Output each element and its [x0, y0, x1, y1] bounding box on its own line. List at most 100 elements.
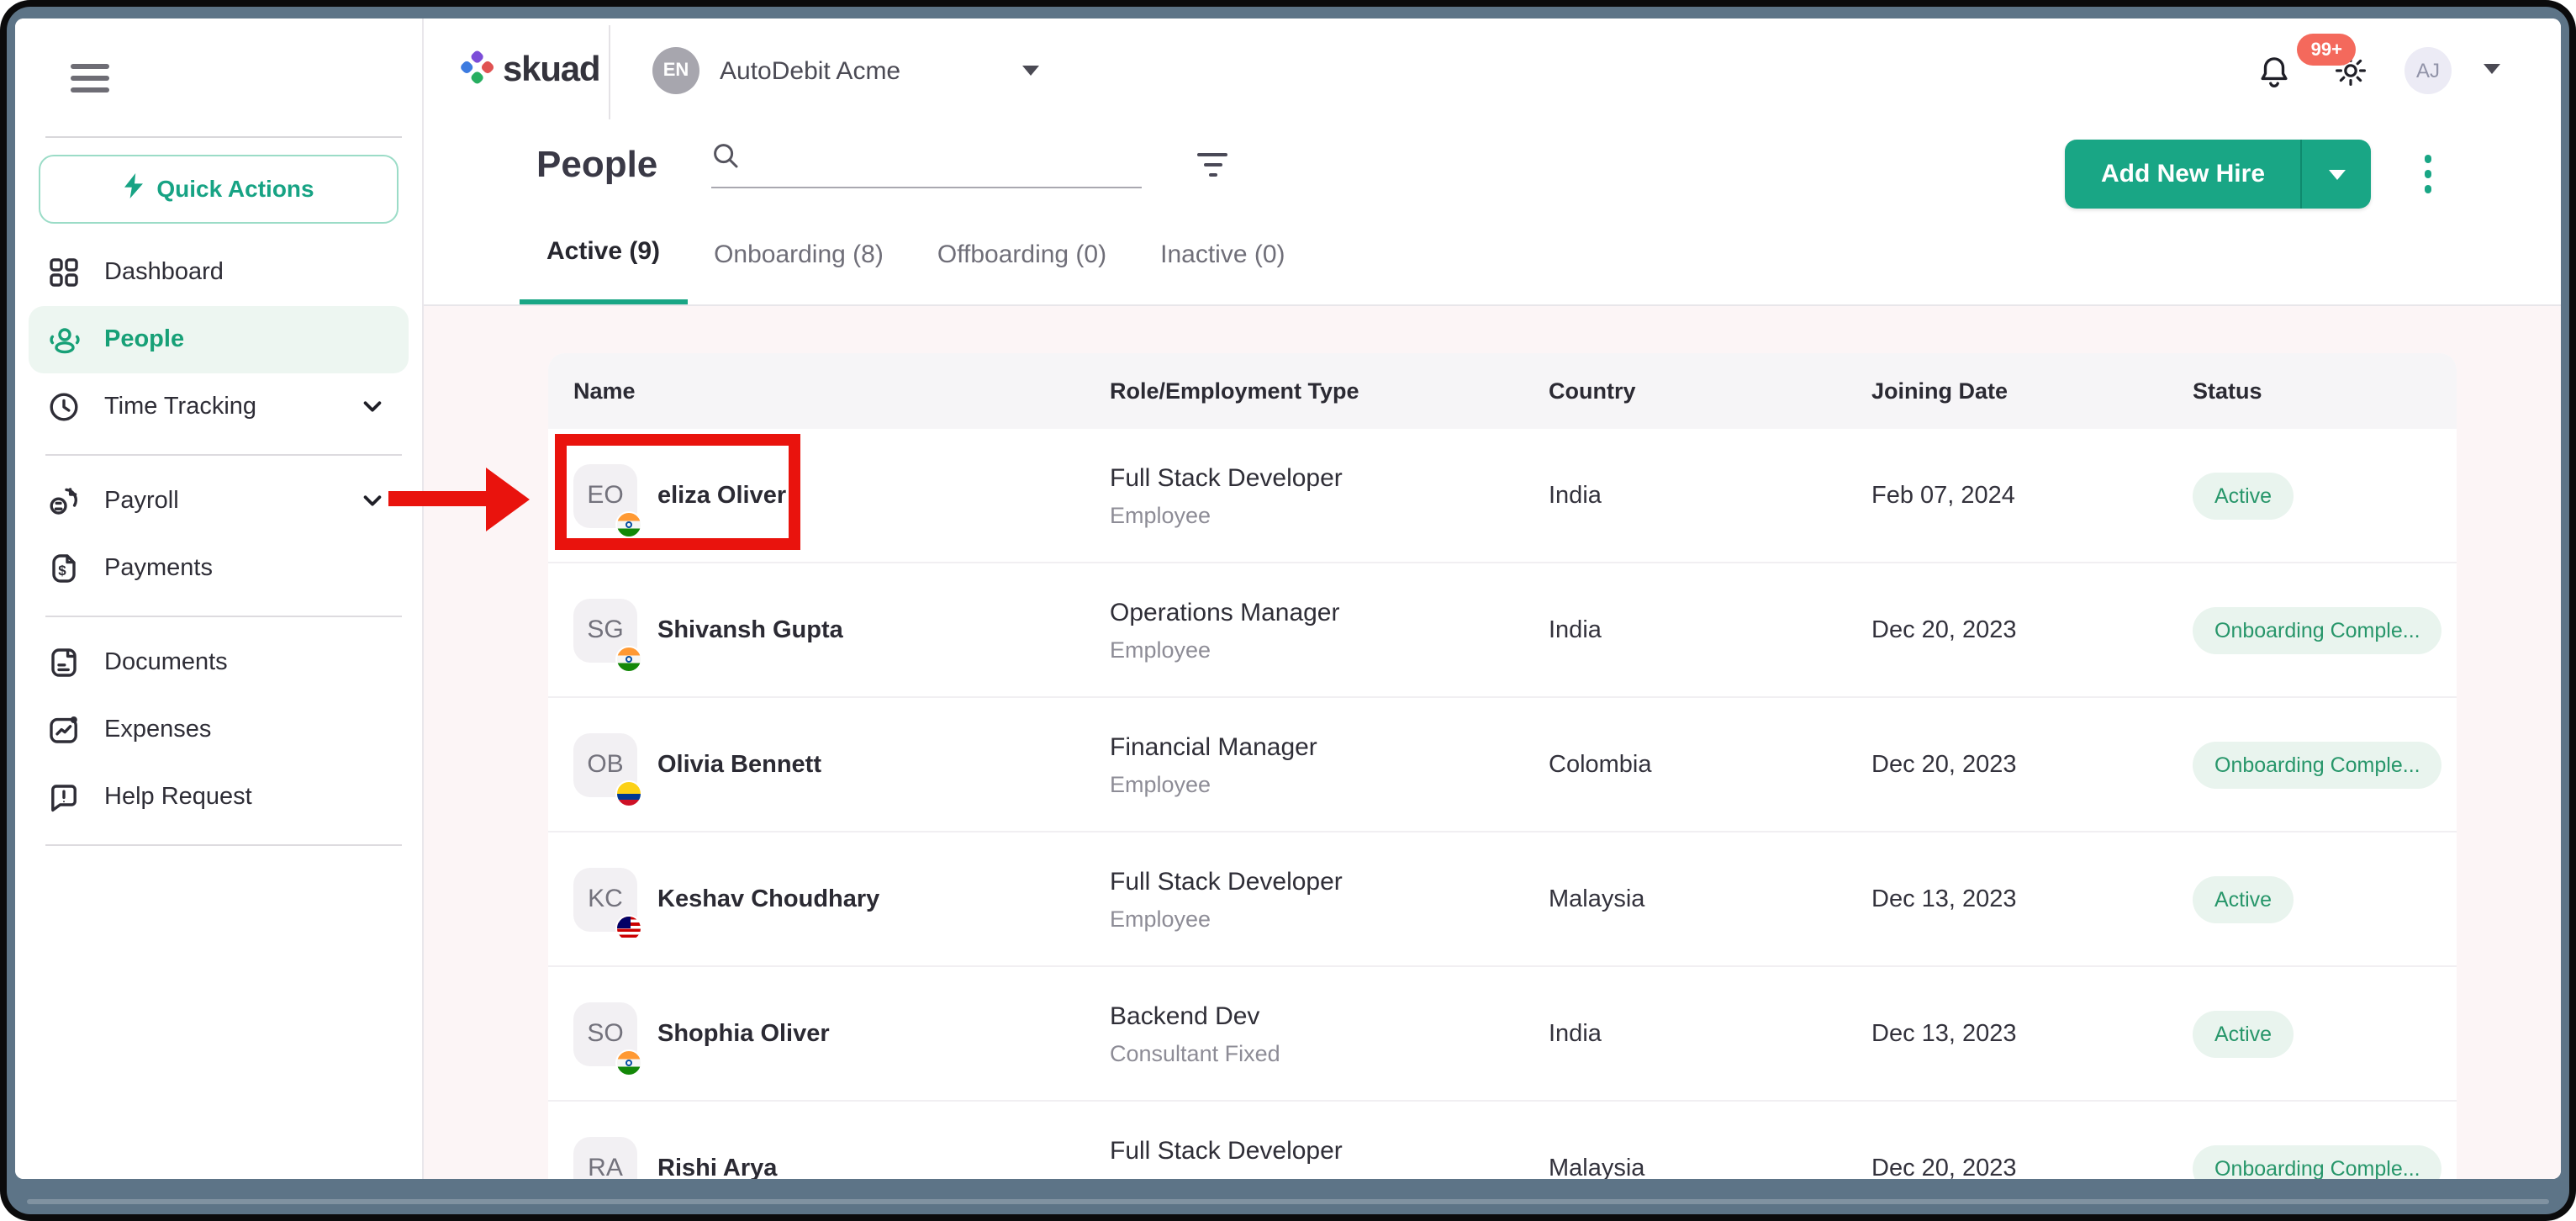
sidebar-item-label: Help Request [104, 784, 252, 811]
status-cell: Active [2193, 875, 2457, 922]
table-row[interactable]: SGShivansh GuptaOperations ManagerEmploy… [548, 562, 2457, 696]
topbar-right: 99+ [1821, 18, 2561, 123]
status-cell: Onboarding Comple... [2193, 1144, 2457, 1179]
country-cell: India [1549, 1020, 1871, 1047]
sidebar-item-time-tracking[interactable]: Time Tracking [29, 373, 409, 441]
company-name: AutoDebit Acme [720, 56, 900, 85]
search-icon [711, 141, 740, 178]
sidebar-item-label: Time Tracking [104, 394, 256, 420]
more-options-kebab-icon[interactable] [2419, 150, 2436, 198]
logo-text: skuad [503, 50, 599, 91]
tab-onboarding[interactable]: Onboarding (8) [687, 204, 911, 304]
employee-avatar: OB [573, 732, 637, 796]
status-tabs: Active (9)Onboarding (8)Offboarding (0)I… [424, 204, 2561, 306]
column-header-role-employment-type: Role/Employment Type [1110, 378, 1549, 404]
employee-avatar: EO [573, 463, 637, 527]
role-cell: Full Stack DeveloperEmployee [1110, 1136, 1549, 1179]
payments-icon: $ [45, 550, 82, 587]
status-badge: Active [2193, 1010, 2294, 1057]
country-cell: India [1549, 616, 1871, 643]
search-box[interactable] [711, 141, 1142, 188]
sidebar-item-help-request[interactable]: Help Request [29, 764, 409, 831]
user-avatar[interactable]: AJ [2404, 47, 2452, 94]
sidebar-item-documents[interactable]: Documents [29, 629, 409, 696]
status-cell: Onboarding Comple... [2193, 606, 2457, 653]
role-cell: Operations ManagerEmployee [1110, 598, 1549, 662]
sidebar-item-label: Expenses [104, 716, 211, 743]
sidebar-item-label: Payments [104, 555, 213, 582]
search-input[interactable] [755, 151, 1142, 178]
status-badge: Active [2193, 472, 2294, 519]
employee-name: eliza Oliver [657, 482, 786, 509]
employee-name: Shivansh Gupta [657, 616, 843, 643]
quick-actions-label: Quick Actions [156, 176, 314, 203]
sidebar-item-label: Dashboard [104, 259, 224, 286]
table-row[interactable]: KCKeshav ChoudharyFull Stack DeveloperEm… [548, 831, 2457, 965]
tab-inactive[interactable]: Inactive (0) [1133, 204, 1312, 304]
notification-count-badge: 99+ [2298, 34, 2356, 66]
status-badge: Active [2193, 875, 2294, 922]
hamburger-menu-icon[interactable] [71, 64, 109, 92]
company-selector[interactable]: EN AutoDebit Acme [652, 18, 1038, 123]
name-cell: RA Rishi Arya [548, 1136, 1110, 1179]
table-row[interactable]: OBOlivia BennettFinancial ManagerEmploye… [548, 696, 2457, 831]
employee-name: Rishi Arya [657, 1155, 777, 1179]
role-cell: Backend Dev Consultant Fixed [1110, 1002, 1549, 1065]
profile-chevron-down-icon[interactable] [2484, 64, 2500, 74]
sidebar-item-people[interactable]: People [29, 306, 409, 373]
topbar: skuad EN AutoDebit Acme 99+ [424, 18, 2561, 123]
notification-bell-icon[interactable] [2257, 54, 2292, 98]
chevron-down-icon [360, 394, 385, 420]
documents-icon [45, 644, 82, 681]
sidebar-divider [45, 136, 402, 138]
country-cell: Colombia [1549, 751, 1871, 778]
table-row[interactable]: RA Rishi Arya Full Stack DeveloperEmployee… [548, 1100, 2457, 1179]
table-row[interactable]: EOeliza OliverFull Stack DeveloperEmploy… [548, 429, 2457, 562]
employment-type: Consultant Fixed [1110, 1040, 1549, 1065]
role-title: Backend Dev [1110, 1002, 1549, 1030]
sidebar-item-payments[interactable]: $ Payments [29, 535, 409, 602]
joining-date-cell: Dec 20, 2023 [1871, 616, 2193, 643]
sidebar-item-payroll[interactable]: Payroll [29, 468, 409, 535]
column-header-country: Country [1549, 378, 1871, 404]
chevron-down-icon [1021, 66, 1038, 76]
employee-name: Shophia Oliver [657, 1020, 830, 1047]
page-header: People Add New Hire [424, 126, 2561, 204]
topbar-divider [609, 25, 610, 119]
country-cell: India [1549, 482, 1871, 509]
sidebar: Quick Actions Dashboard People Time Tracki… [15, 18, 424, 1179]
table-body: EO eliza Oliver Full Stack DeveloperEmploy… [548, 429, 2457, 1179]
role-cell: Full Stack DeveloperEmployee [1110, 867, 1549, 931]
skuad-logo[interactable]: skuad [459, 48, 599, 93]
employment-type: Employee [1110, 502, 1549, 527]
name-cell: SGShivansh Gupta [548, 598, 1110, 662]
tab-active[interactable]: Active (9) [520, 204, 687, 304]
skuad-flower-icon [459, 48, 496, 93]
country-cell: Malaysia [1549, 1155, 1871, 1179]
tab-offboarding[interactable]: Offboarding (0) [911, 204, 1133, 304]
status-badge: Onboarding Comple... [2193, 741, 2442, 788]
country-flag-icon [615, 780, 642, 806]
filter-icon[interactable] [1190, 145, 1234, 184]
sidebar-item-dashboard[interactable]: Dashboard [29, 239, 409, 306]
sidebar-item-label: Documents [104, 649, 228, 676]
chevron-down-icon [2328, 169, 2345, 179]
column-header-name: Name [548, 378, 1110, 404]
employment-type: Employee [1110, 637, 1549, 662]
employee-avatar: RA [573, 1136, 637, 1179]
add-new-hire-dropdown[interactable] [2300, 140, 2371, 209]
country-flag-icon [615, 1049, 642, 1076]
quick-actions-button[interactable]: Quick Actions [39, 155, 399, 224]
employee-name: Keshav Choudhary [657, 885, 879, 912]
add-new-hire-button[interactable]: Add New Hire [2066, 140, 2371, 209]
expenses-icon [45, 711, 82, 748]
sidebar-item-label: People [104, 326, 184, 353]
role-cell: Financial ManagerEmployee [1110, 732, 1549, 796]
skuad-app-window: Quick Actions Dashboard People Time Tracki… [15, 18, 2561, 1179]
payroll-coins-icon [45, 483, 82, 520]
status-badge: Onboarding Comple... [2193, 606, 2442, 653]
svg-text:$: $ [58, 563, 66, 579]
sidebar-item-expenses[interactable]: Expenses [29, 696, 409, 764]
table-row[interactable]: SOShophia OliverBackend DevConsultant Fi… [548, 965, 2457, 1100]
clock-icon [45, 388, 82, 426]
